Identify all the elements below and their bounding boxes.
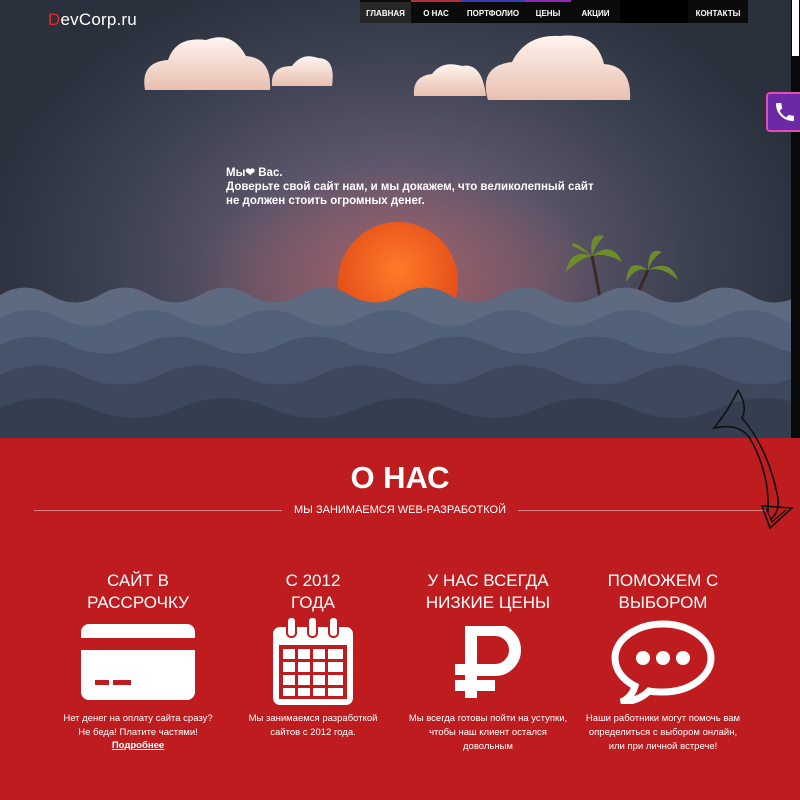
about-subtitle: МЫ ЗАНИМАЕМСЯ WEB-РАЗРАБОТКОЙ	[294, 504, 506, 516]
feature-title-line: ВЫБОРОМ	[618, 593, 708, 612]
phone-icon	[776, 103, 794, 121]
feature-text-line: Мы занимаемся разработкой	[248, 713, 378, 724]
clouds	[144, 35, 631, 100]
feature-title: У НАС ВСЕГДА НИЗКИЕ ЦЕНЫ	[393, 570, 583, 616]
nav-spacer	[620, 0, 688, 23]
tagline-line-3: не должен стоить огромных денег.	[226, 195, 425, 207]
feature-description: Наши работники могут помочь вам определи…	[568, 712, 758, 754]
nav-item-prices[interactable]: ЦЕНЫ	[525, 0, 571, 23]
tagline-line-2: Доверьте свой сайт нам, и мы докажем, чт…	[226, 181, 594, 193]
site-logo[interactable]: DevCorp.ru	[48, 10, 137, 30]
about-section: О НАС МЫ ЗАНИМАЕМСЯ WEB-РАЗРАБОТКОЙ САЙТ…	[0, 438, 800, 800]
feature-installment: САЙТ В РАССРОЧКУ Нет денег на оплату сай…	[43, 570, 233, 751]
callback-button[interactable]	[766, 92, 800, 132]
feature-text-line: Наши работники могут помочь вам	[585, 713, 741, 724]
sunset-sea-illustration	[0, 35, 800, 438]
calendar-icon	[218, 616, 408, 708]
feature-text-line: определиться с выбором онлайн,	[588, 727, 738, 738]
about-title: О НАС	[350, 460, 450, 495]
hero-tagline: Мы❤ Вас. Доверьте свой сайт нам, и мы до…	[226, 166, 594, 208]
credit-card-icon	[43, 616, 233, 708]
feature-since-2012: С 2012 ГОДА Мы занимаемся разработкой са…	[218, 570, 408, 740]
feature-title-line: С 2012	[285, 571, 341, 590]
divider-line	[34, 509, 283, 511]
feature-text-line: Мы всегда готовы пойти на уступки,	[408, 713, 568, 724]
feature-description: Нет денег на оплату сайта сразу? Не беда…	[43, 712, 233, 740]
hero-section: DevCorp.ru Мы❤ Вас. Доверьте свой сайт н…	[0, 0, 800, 438]
nav-item-promotions[interactable]: АКЦИИ	[571, 0, 620, 23]
feature-title-line: САЙТ В	[107, 571, 169, 590]
more-link[interactable]: Подробнее	[43, 740, 233, 751]
logo-initial: D	[48, 10, 61, 29]
nav-item-contacts[interactable]: КОНТАКТЫ	[688, 0, 748, 23]
nav-item-home[interactable]: ГЛАВНАЯ	[360, 0, 411, 23]
about-subtitle-row: МЫ ЗАНИМАЕМСЯ WEB-РАЗРАБОТКОЙ	[34, 502, 766, 518]
scroll-down-arrow-icon[interactable]	[708, 388, 800, 540]
waves	[0, 287, 800, 438]
feature-text-line: Нет денег на оплату сайта сразу?	[63, 713, 213, 724]
nav-item-portfolio[interactable]: ПОРТФОЛИО	[461, 0, 525, 23]
feature-text-line: довольным	[463, 741, 513, 752]
tagline-line-1: Мы❤ Вас.	[226, 166, 594, 180]
feature-title: С 2012 ГОДА	[218, 570, 408, 616]
chat-bubble-icon	[568, 616, 758, 708]
feature-title-line: НИЗКИЕ ЦЕНЫ	[425, 593, 551, 612]
feature-text-line: Не беда! Платите частями!	[78, 727, 198, 738]
scrollbar-thumb[interactable]	[792, 0, 799, 56]
feature-title-line: ПОМОЖЕМ С	[607, 571, 719, 590]
feature-title-line: У НАС ВСЕГДА	[427, 571, 549, 590]
feature-description: Мы всегда готовы пойти на уступки, чтобы…	[393, 712, 583, 754]
feature-description: Мы занимаемся разработкой сайтов с 2012 …	[218, 712, 408, 740]
feature-title: ПОМОЖЕМ С ВЫБОРОМ	[568, 570, 758, 616]
main-nav: ГЛАВНАЯ О НАС ПОРТФОЛИО ЦЕНЫ АКЦИИ КОНТА…	[360, 0, 748, 23]
tagline-you: Вас.	[255, 167, 283, 179]
feature-low-prices: У НАС ВСЕГДА НИЗКИЕ ЦЕНЫ Мы всегда готов…	[393, 570, 583, 754]
ruble-icon	[393, 616, 583, 708]
feature-text-line: сайтов с 2012 года.	[270, 727, 356, 738]
feature-title-line: РАССРОЧКУ	[87, 593, 189, 612]
tagline-we: Мы	[226, 167, 246, 179]
logo-text: evCorp.ru	[60, 10, 137, 29]
heart-icon: ❤	[245, 167, 256, 179]
feature-title-line: ГОДА	[291, 593, 335, 612]
feature-title: САЙТ В РАССРОЧКУ	[43, 570, 233, 616]
feature-help-choose: ПОМОЖЕМ С ВЫБОРОМ Наши работники могут п…	[568, 570, 758, 754]
nav-item-about[interactable]: О НАС	[411, 0, 461, 23]
feature-text-line: или при личной встрече!	[608, 741, 718, 752]
feature-text-line: чтобы наш клиент остался	[429, 727, 547, 738]
